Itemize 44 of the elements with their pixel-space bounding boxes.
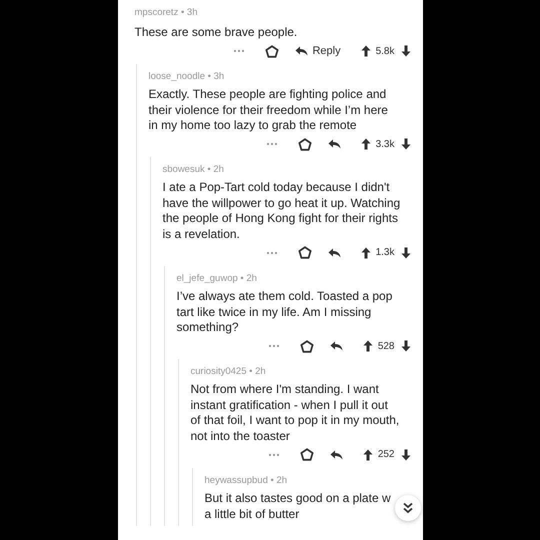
downvote-icon[interactable] [400,246,410,259]
reply-icon [328,248,341,258]
reply-button[interactable] [330,341,343,352]
vote-score: 3.3k [376,138,394,150]
downvote-icon[interactable] [400,45,410,57]
comment-text: But it also tastes good on a plate w a little bit of butter [204,490,391,522]
more-icon[interactable] [233,49,246,53]
reply-button[interactable] [328,248,341,258]
upvote-icon[interactable] [362,340,373,352]
chevron-down-icon [402,502,414,514]
comment-text: I’ve always ate them cold. Toasted a pop tart like twice in my life. Am I missing something? [176,288,392,336]
upvote-icon[interactable] [360,138,371,150]
comment-byline: mpscoretz • 3h [134,6,198,20]
reply-icon [328,139,341,150]
comment-text: Exactly. These people are fighting police and their violence for their freedom while I’m here in my home too lazy to grab the remote [148,87,388,134]
downvote-icon[interactable] [400,340,410,352]
upvote-icon[interactable] [360,246,371,259]
downvote-icon[interactable] [400,448,410,461]
comment-text: I ate a Pop-Tart cold today because I didn't have the willpower to go heat it up. Watching the people of Hong Kong fight for their rights is a revelation. [162,180,400,243]
vote-score: 252 [378,449,394,460]
comment-byline: el_jefe_guwop • 2h [176,272,258,286]
comment-text: Not from where I'm standing. I want instant gratification - when I pull it out of that foil, I want to pop it in my mouth, not into the toaster [190,382,400,445]
comment-text: These are some brave people. [134,25,298,41]
comment-byline: heywassupbud • 2h [204,474,288,488]
more-icon[interactable] [266,142,278,146]
more-icon[interactable] [268,344,280,348]
reply-icon [330,341,343,352]
vote-score: 1.3k [376,247,394,258]
upvote-icon[interactable] [360,45,371,57]
vote-score: 528 [378,340,394,352]
reply-button[interactable]: Reply [295,45,341,57]
comment-byline: loose_noodle • 3h [148,70,226,84]
vote-score: 5.8k [376,46,394,56]
comment-byline: curiosity0425 • 2h [190,365,267,380]
reply-icon [330,450,343,460]
downvote-icon[interactable] [400,138,410,150]
more-icon[interactable] [268,452,280,457]
reply-button[interactable] [328,139,341,150]
reply-button[interactable] [330,450,343,460]
comment-byline: sbowesuk • 2h [162,163,225,178]
reply-icon [295,46,308,56]
more-icon[interactable] [266,250,278,255]
scroll-down-button[interactable] [394,495,420,521]
upvote-icon[interactable] [362,448,373,461]
